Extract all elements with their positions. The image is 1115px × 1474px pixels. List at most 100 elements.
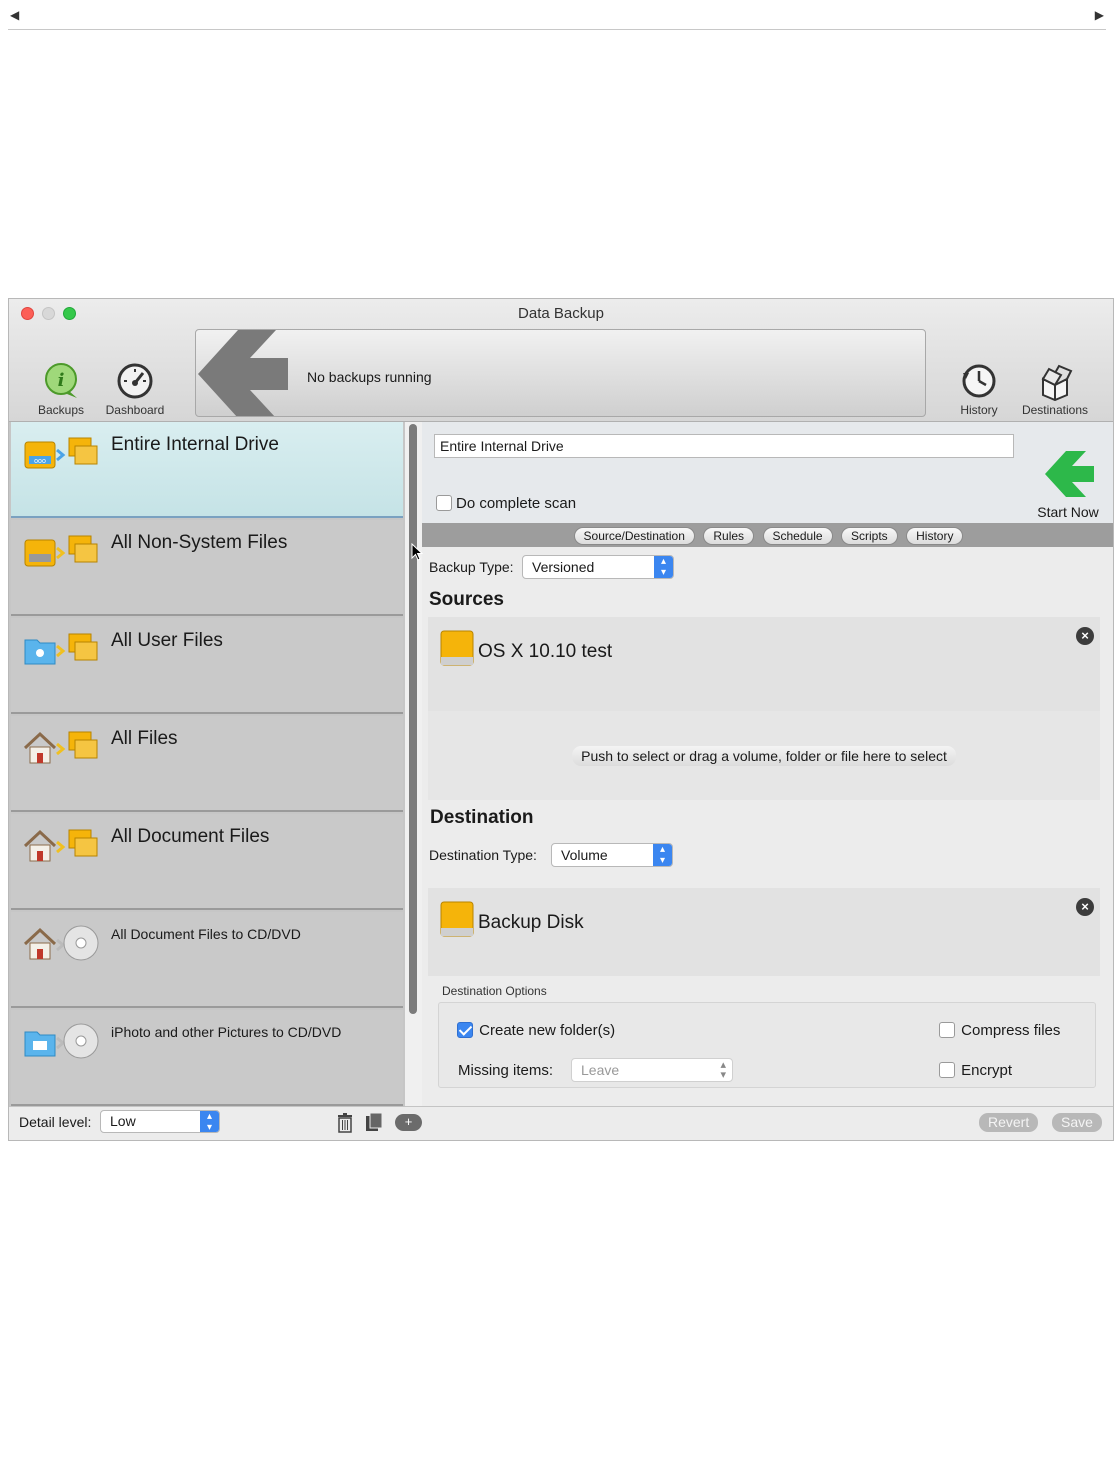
horizontal-scroll-strip[interactable]: ◀ ▶	[8, 6, 1106, 30]
app-window: Data Backup i Backups Dashboard No backu…	[8, 298, 1114, 1141]
chevron-updown-icon: ▴ ▾	[200, 1111, 219, 1133]
backup-list-item[interactable]: iPhoto and other Pictures to CD/DVD	[11, 1010, 403, 1106]
backups-toolbar-button[interactable]: i Backups	[25, 361, 97, 417]
missing-items-label: Missing items:	[458, 1062, 554, 1079]
home-to-drive-icon	[23, 829, 98, 862]
photo-folder-to-disc-icon	[24, 1023, 99, 1059]
destination-item-label: Backup Disk	[478, 912, 584, 933]
missing-items-value: Leave	[581, 1062, 620, 1078]
complete-scan-checkbox[interactable]	[436, 495, 452, 512]
create-folder-checkbox[interactable]	[457, 1022, 473, 1039]
backup-detail-header: Entire Internal Drive Do complete scan S…	[422, 422, 1113, 523]
tab-history[interactable]: History	[906, 527, 964, 545]
start-now-button[interactable]: Start Now	[1028, 448, 1108, 520]
info-bubble-icon: i	[45, 363, 77, 398]
backup-list-item-label: All User Files	[111, 630, 223, 651]
backup-list-item-label: All Non-System Files	[111, 532, 288, 553]
backup-arrow-icon	[198, 330, 288, 416]
destination-heading: Destination	[430, 807, 534, 828]
backup-list-item[interactable]: All Document Files	[11, 814, 403, 910]
compress-checkbox[interactable]	[939, 1022, 955, 1039]
history-toolbar-button[interactable]: History	[943, 361, 1015, 417]
detail-tabs: Source/Destination Rules Schedule Script…	[422, 523, 1113, 547]
user-folder-to-drive-icon	[24, 633, 98, 665]
bottom-bar: Detail level: Low ▴ ▾ + Revert Save	[9, 1106, 1113, 1140]
chevron-updown-icon: ▴ ▾	[653, 844, 672, 866]
add-backup-button[interactable]: +	[395, 1114, 422, 1131]
create-folder-label: Create new folder(s)	[479, 1021, 616, 1039]
detail-level-value: Low	[110, 1113, 136, 1129]
backup-list-item[interactable]: All Files	[11, 716, 403, 812]
sources-heading: Sources	[429, 589, 504, 610]
backup-list: ooo Entire Internal Drive All Non-System…	[9, 422, 405, 1106]
destinations-label: Destinations	[1021, 403, 1089, 417]
encrypt-option[interactable]: Encrypt	[939, 1061, 1012, 1079]
encrypt-checkbox[interactable]	[939, 1062, 955, 1079]
history-label: History	[960, 403, 998, 417]
status-text: No backups running	[307, 369, 432, 385]
history-clock-icon	[962, 364, 996, 398]
list-scrollbar[interactable]	[405, 422, 422, 1106]
backup-list-item-label: All Files	[111, 728, 178, 749]
drive-to-drive-icon: ooo	[24, 437, 98, 469]
backup-list-item[interactable]: ooo Entire Internal Drive	[11, 422, 403, 518]
scrollbar-thumb[interactable]	[409, 424, 417, 1014]
window-title: Data Backup	[518, 305, 604, 322]
destination-options: Destination Options Create new folder(s)…	[438, 984, 1096, 1088]
destination-item[interactable]: Backup Disk ×	[428, 888, 1100, 976]
missing-items-select[interactable]: Leave ▴ ▾	[571, 1058, 733, 1082]
destinations-toolbar-button[interactable]: Destinations	[1017, 361, 1093, 417]
open-box-icon	[1041, 364, 1073, 401]
tab-source-destination[interactable]: Source/Destination	[573, 527, 695, 545]
source-drop-zone[interactable]: Push to select or drag a volume, folder …	[428, 711, 1100, 800]
destination-options-box: Create new folder(s) Compress files Miss…	[438, 1002, 1096, 1088]
destination-type-label: Destination Type:	[429, 847, 537, 863]
backup-list-item-label: All Document Files to CD/DVD	[111, 926, 301, 942]
remove-destination-icon[interactable]: ×	[1076, 898, 1094, 916]
drive-icon	[440, 630, 474, 666]
backup-type-value: Versioned	[532, 559, 595, 575]
svg-text:i: i	[58, 370, 65, 391]
backup-list-item[interactable]: All Non-System Files	[11, 520, 403, 616]
activity-status-panel: No backups running	[195, 329, 926, 417]
backup-list-item[interactable]: All Document Files to CD/DVD	[11, 912, 403, 1008]
destination-type-select[interactable]: Volume ▴ ▾	[551, 843, 673, 867]
compress-option[interactable]: Compress files	[939, 1021, 1060, 1039]
encrypt-label: Encrypt	[961, 1061, 1013, 1079]
backup-list-item[interactable]: All User Files	[11, 618, 403, 714]
scroll-left-arrow-icon[interactable]: ◀	[10, 8, 19, 22]
chevron-updown-icon: ▴ ▾	[654, 556, 673, 578]
drive-icon	[440, 901, 474, 937]
source-item[interactable]: OS X 10.10 test ×	[428, 617, 1100, 711]
save-button[interactable]: Save	[1052, 1113, 1102, 1132]
home-to-disc-icon	[23, 925, 99, 961]
remove-source-icon[interactable]: ×	[1076, 627, 1094, 645]
complete-scan-option[interactable]: Do complete scan	[436, 494, 576, 512]
start-now-label: Start Now	[1037, 504, 1099, 520]
tab-schedule[interactable]: Schedule	[762, 527, 833, 545]
start-arrow-icon	[1045, 451, 1094, 497]
drop-hint-button[interactable]: Push to select or drag a volume, folder …	[572, 746, 956, 766]
duplicate-icon[interactable]	[365, 1112, 383, 1132]
backups-label: Backups	[37, 403, 85, 417]
backup-name-field[interactable]: Entire Internal Drive	[434, 434, 1014, 458]
dashboard-toolbar-button[interactable]: Dashboard	[99, 361, 171, 417]
backup-detail-pane: Entire Internal Drive Do complete scan S…	[422, 422, 1113, 1106]
source-item-label: OS X 10.10 test	[478, 641, 613, 662]
trash-icon[interactable]	[337, 1113, 353, 1133]
destination-options-title: Destination Options	[442, 984, 547, 998]
scroll-right-arrow-icon[interactable]: ▶	[1095, 8, 1104, 22]
toolbar: Data Backup i Backups Dashboard No backu…	[9, 299, 1113, 422]
compress-label: Compress files	[961, 1021, 1061, 1039]
detail-level-label: Detail level:	[19, 1114, 92, 1130]
revert-button[interactable]: Revert	[979, 1113, 1039, 1132]
mouse-pointer-icon	[411, 543, 423, 561]
backup-type-select[interactable]: Versioned ▴ ▾	[522, 555, 674, 579]
create-folder-option[interactable]: Create new folder(s)	[457, 1021, 615, 1039]
detail-level-select[interactable]: Low ▴ ▾	[100, 1110, 220, 1133]
svg-text:ooo: ooo	[34, 458, 46, 465]
tab-scripts[interactable]: Scripts	[841, 527, 898, 545]
chevron-updown-icon: ▴ ▾	[720, 1059, 726, 1081]
dashboard-label: Dashboard	[105, 403, 165, 417]
tab-rules[interactable]: Rules	[703, 527, 755, 545]
